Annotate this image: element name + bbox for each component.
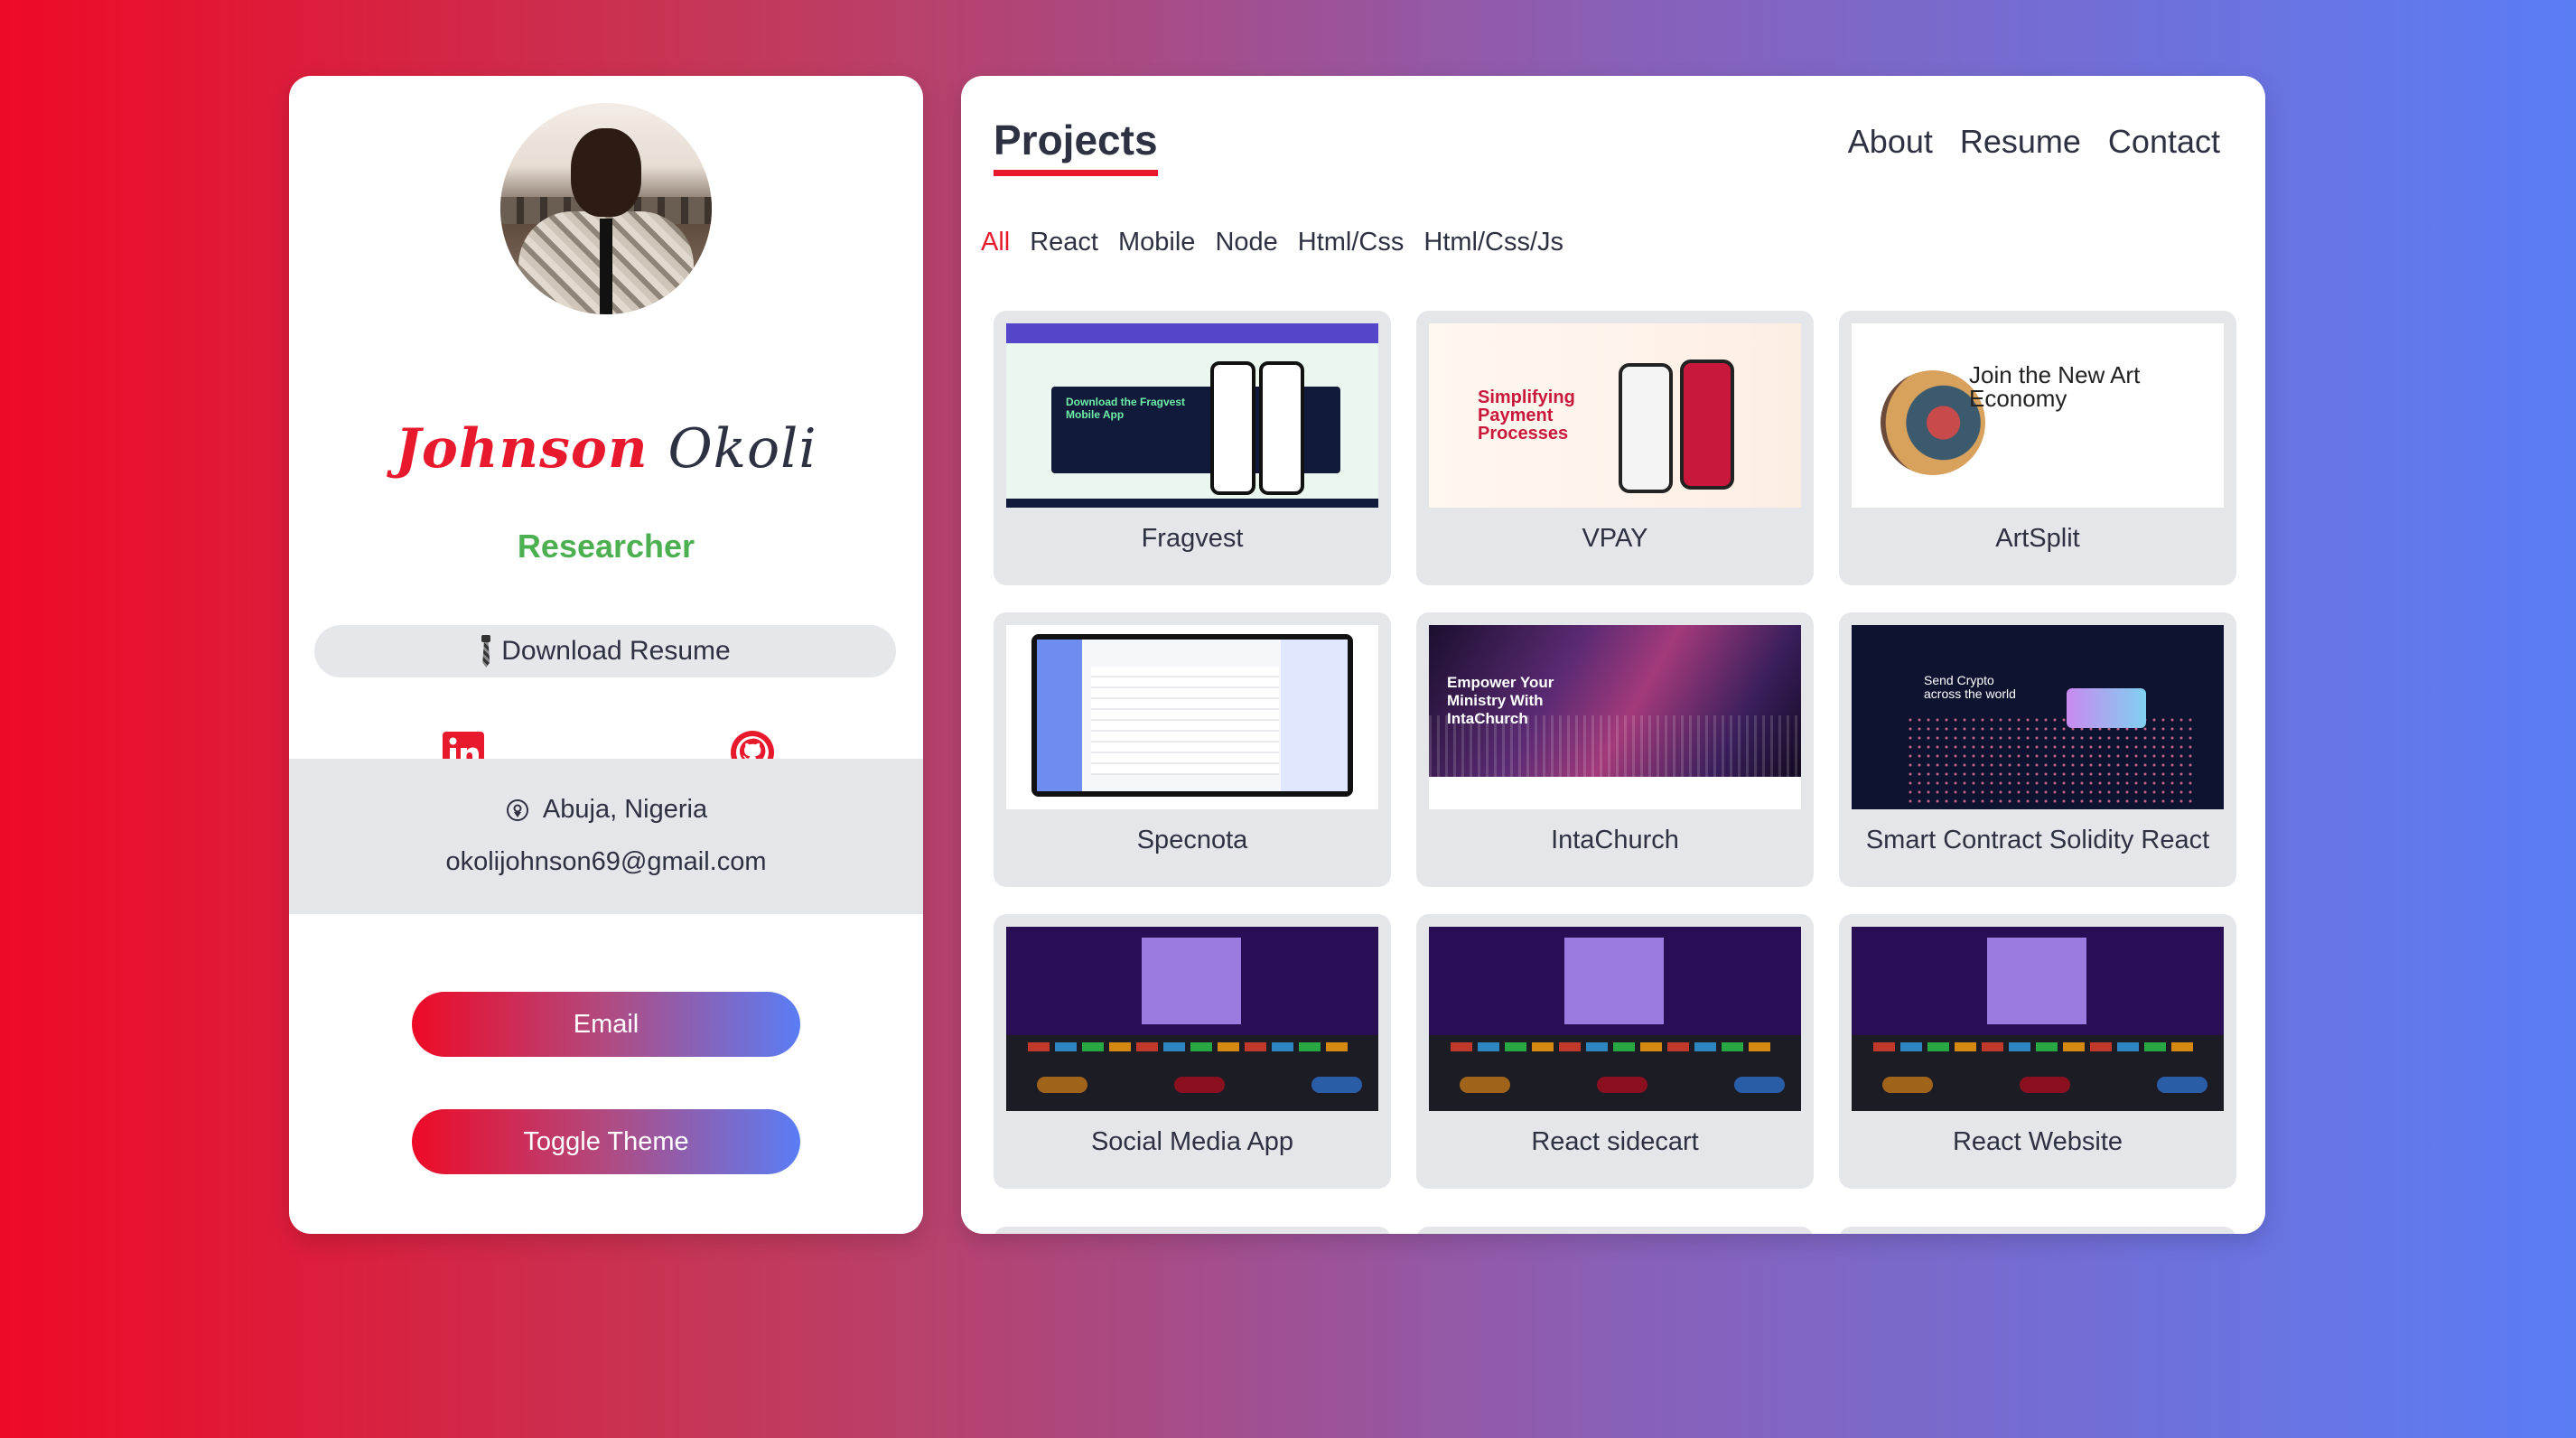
profile-role: Researcher (517, 528, 695, 565)
filter-all[interactable]: All (981, 228, 1010, 257)
email-button[interactable]: Email (412, 992, 800, 1057)
filter-node[interactable]: Node (1215, 228, 1277, 257)
project-name: ArtSplit (1995, 524, 2080, 553)
project-card-partial[interactable] (1416, 1227, 1814, 1234)
project-name: IntaChurch (1551, 826, 1679, 854)
project-name: Specnota (1136, 826, 1248, 854)
tie-icon (480, 635, 492, 668)
location-pin-icon (506, 798, 528, 821)
project-filters: All React Mobile Node Html/Css Html/Css/… (981, 228, 1563, 257)
nav-resume[interactable]: Resume (1960, 123, 2081, 161)
thumb-text: Empower Your Ministry With IntaChurch (1447, 674, 1554, 727)
project-thumbnail (1429, 927, 1801, 1111)
last-name: Okoli (667, 417, 817, 481)
project-thumbnail (1006, 927, 1378, 1111)
project-card-fragvest[interactable]: Download the Fragvest Mobile App Fragves… (994, 311, 1391, 585)
location-text: Abuja, Nigeria (542, 795, 708, 824)
project-name: VPAY (1582, 524, 1648, 553)
contact-block: Abuja, Nigeria okolijohnson69@gmail.com (289, 759, 923, 914)
project-card-intachurch[interactable]: Empower Your Ministry With IntaChurch In… (1416, 612, 1814, 887)
thumb-text: Simplifying Payment Processes (1478, 388, 1575, 444)
filter-mobile[interactable]: Mobile (1118, 228, 1195, 257)
project-card-smart-contract[interactable]: Send Crypto across the world Smart Contr… (1839, 612, 2236, 887)
project-thumbnail: Download the Fragvest Mobile App (1006, 323, 1378, 508)
page-title: Projects (994, 116, 1158, 176)
project-card-artsplit[interactable]: Join the New Art Economy ArtSplit (1839, 311, 2236, 585)
download-resume-label: Download Resume (501, 636, 731, 666)
toggle-theme-button[interactable]: Toggle Theme (412, 1109, 800, 1174)
filter-html-css[interactable]: Html/Css (1298, 228, 1405, 257)
project-name: React Website (1952, 1127, 2123, 1156)
project-name: Smart Contract Solidity React (1865, 826, 2210, 854)
project-card-vpay[interactable]: Simplifying Payment Processes VPAY (1416, 311, 1814, 585)
project-thumbnail: Send Crypto across the world (1852, 625, 2224, 809)
project-thumbnail: Empower Your Ministry With IntaChurch (1429, 625, 1801, 809)
location: Abuja, Nigeria (289, 795, 923, 825)
project-thumbnail: Join the New Art Economy (1852, 323, 2224, 508)
email-address[interactable]: okolijohnson69@gmail.com (289, 847, 923, 877)
project-name: Fragvest (1141, 524, 1244, 553)
filter-react[interactable]: React (1030, 228, 1098, 257)
profile-name: Johnson Okoli (289, 417, 923, 481)
project-card-react-sidecart[interactable]: React sidecart (1416, 914, 1814, 1189)
project-name: Social Media App (1090, 1127, 1294, 1156)
project-card-react-website[interactable]: React Website (1839, 914, 2236, 1189)
project-thumbnail: Simplifying Payment Processes (1429, 323, 1801, 508)
nav-about[interactable]: About (1848, 123, 1933, 161)
thumb-text: Download the Fragvest Mobile App (1066, 396, 1186, 421)
project-card-partial[interactable] (994, 1227, 1391, 1234)
nav-contact[interactable]: Contact (2108, 123, 2220, 161)
top-nav: About Resume Contact (1848, 123, 2220, 161)
profile-card: Johnson Okoli Researcher Download Resume (289, 76, 923, 1234)
download-resume-button[interactable]: Download Resume (314, 625, 896, 677)
projects-panel: Projects About Resume Contact All React … (961, 76, 2265, 1234)
avatar (500, 103, 712, 314)
first-name: Johnson (395, 417, 649, 481)
project-name: React sidecart (1531, 1127, 1699, 1156)
project-thumbnail (1852, 927, 2224, 1111)
thumb-text: Join the New Art Economy (1969, 361, 2141, 412)
project-thumbnail (1006, 625, 1378, 809)
filter-html-css-js[interactable]: Html/Css/Js (1423, 228, 1563, 257)
project-card-social-media-app[interactable]: Social Media App (994, 914, 1391, 1189)
project-card-partial[interactable] (1839, 1227, 2236, 1234)
project-card-specnota[interactable]: Specnota (994, 612, 1391, 887)
thumb-text: Send Crypto across the world (1924, 673, 2016, 701)
